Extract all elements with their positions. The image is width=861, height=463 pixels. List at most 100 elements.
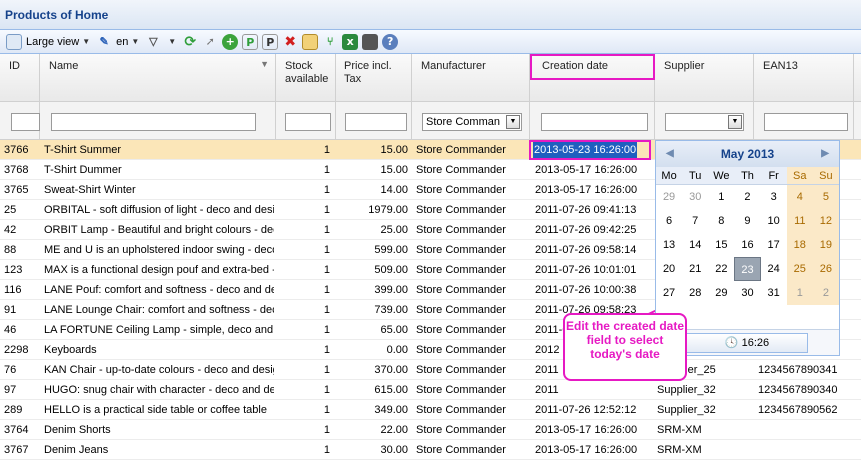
cursor-icon[interactable]: ➚	[202, 34, 218, 50]
calendar-day[interactable]: 13	[656, 233, 682, 257]
table-row[interactable]: 97 HUGO: snug chair with character - deco…	[0, 380, 861, 400]
calendar-day[interactable]: 19	[812, 233, 839, 257]
cell-supplier: SRM-XM	[657, 424, 702, 436]
calendar-day[interactable]: 1	[786, 281, 813, 305]
cell-date[interactable]: 2011-07-26 09:41:13	[535, 200, 653, 220]
filter-button[interactable]: ▽ ▼	[145, 34, 176, 50]
next-month-icon[interactable]: ▶	[821, 141, 829, 167]
filter-manufacturer-select[interactable]: Store Comman ▼	[422, 113, 522, 131]
calendar-day[interactable]: 6	[656, 209, 682, 233]
filter-cell-price	[336, 102, 412, 140]
cell-date[interactable]: 2011-07-26 10:00:38	[535, 280, 653, 300]
cell-stock: 1	[323, 144, 330, 156]
calendar-day[interactable]: 4	[786, 185, 813, 209]
calendar-day[interactable]: 20	[656, 257, 682, 281]
delete-icon[interactable]: ✖	[282, 34, 298, 50]
calendar-day[interactable]: 16	[734, 233, 760, 257]
column-header-price[interactable]: Price incl. Tax	[336, 54, 412, 102]
duplicate-product-icon[interactable]: P	[242, 33, 259, 50]
calendar-day[interactable]: 25	[786, 257, 813, 281]
filter-name-input[interactable]	[51, 113, 256, 131]
tree-icon[interactable]: ⑂	[322, 34, 338, 50]
calendar-day[interactable]: 8	[708, 209, 734, 233]
calendar-day[interactable]: 1	[708, 185, 734, 209]
calendar-day[interactable]: 9	[734, 209, 760, 233]
filter-price-input[interactable]	[345, 113, 407, 131]
cell-date[interactable]: 2013-05-17 16:26:00	[535, 160, 653, 180]
calendar-day[interactable]: 21	[682, 257, 708, 281]
filter-ean13-input[interactable]	[764, 113, 848, 131]
calendar-day[interactable]: 29	[708, 281, 734, 305]
calendar-day[interactable]: 12	[812, 209, 839, 233]
cell-date[interactable]: 2011-07-26 10:01:01	[535, 260, 653, 280]
calendar-day[interactable]: 11	[786, 209, 813, 233]
cell-price: 22.00	[380, 424, 408, 436]
column-header-name[interactable]: Name ▼	[40, 54, 276, 102]
calendar-week: 20 21 22 23 24 25 26	[656, 257, 839, 281]
calendar-day[interactable]: 22	[708, 257, 734, 281]
calendar-day[interactable]: 31	[761, 281, 787, 305]
calendar-day[interactable]: 2	[734, 185, 760, 209]
cell-date[interactable]: 2011-07-26 09:58:14	[535, 240, 653, 260]
calendar-day[interactable]: 18	[786, 233, 813, 257]
weekday-label: Su	[812, 167, 839, 184]
column-header-stock[interactable]: Stock available	[276, 54, 336, 102]
calendar-day[interactable]: 3	[761, 185, 787, 209]
help-icon[interactable]: ?	[382, 33, 399, 50]
cell-manufacturer: Store Commander	[416, 304, 506, 316]
calendar-day[interactable]: 7	[682, 209, 708, 233]
edit-icon[interactable]	[302, 33, 319, 50]
filter-stock-input[interactable]	[285, 113, 331, 131]
cell-date[interactable]: 2013-05-17 16:26:00	[535, 180, 653, 200]
table-row[interactable]: 289 HELLO is a practical side table or co…	[0, 400, 861, 420]
add-icon[interactable]: +	[222, 33, 239, 50]
calendar-day[interactable]: 30	[682, 185, 708, 209]
calendar-day[interactable]: 23	[734, 257, 761, 281]
cell-date[interactable]: 2011-07-26 09:42:25	[535, 220, 653, 240]
creation-date-header-highlight	[530, 54, 655, 80]
cell-price: 14.00	[380, 184, 408, 196]
view-selector[interactable]: Large view ▼	[6, 33, 90, 50]
filter-manufacturer-value: Store Comman	[426, 116, 500, 128]
cell-price: 739.00	[374, 304, 408, 316]
calendar-day[interactable]: 15	[708, 233, 734, 257]
column-header-supplier[interactable]: Supplier	[655, 54, 754, 102]
cell-id: 3766	[4, 144, 29, 156]
calendar-week: 13 14 15 16 17 18 19	[656, 233, 839, 257]
cell-date[interactable]: 2011-07-26 12:52:12	[535, 400, 653, 420]
cell-date[interactable]: 2011	[535, 380, 653, 400]
calendar-day[interactable]: 29	[656, 185, 682, 209]
calendar-day[interactable]: 24	[761, 257, 787, 281]
excel-icon[interactable]: x	[342, 33, 359, 50]
column-header-manufacturer[interactable]: Manufacturer	[412, 54, 530, 102]
cell-date[interactable]: 2013-05-17 16:26:00	[535, 420, 653, 440]
table-row[interactable]: 3767 Denim Jeans 1 30.00 Store Commander 2013…	[0, 440, 861, 460]
cell-date[interactable]: 2013-05-17 16:26:00	[535, 440, 653, 460]
window-icon[interactable]	[362, 33, 379, 50]
time-button[interactable]: 🕓 16:26	[686, 333, 808, 353]
cell-name: ORBITAL - soft diffusion of light - deco…	[44, 204, 274, 216]
calendar-day[interactable]: 26	[812, 257, 839, 281]
calendar-day[interactable]: 10	[761, 209, 787, 233]
prev-month-icon[interactable]: ◀	[666, 141, 674, 167]
calendar-day[interactable]: 28	[682, 281, 708, 305]
calendar-day[interactable]: 17	[761, 233, 787, 257]
refresh-icon[interactable]: ⟳	[182, 34, 198, 50]
filter-supplier-select[interactable]: ▼	[665, 113, 744, 131]
table-row[interactable]: 3764 Denim Shorts 1 22.00 Store Commander 201…	[0, 420, 861, 440]
language-selector[interactable]: ✎ en ▼	[96, 34, 140, 50]
table-row[interactable]: 76 KAN Chair - up-to-date colours - deco …	[0, 360, 861, 380]
column-header-id[interactable]: ID	[0, 54, 40, 102]
column-header-ean13[interactable]: EAN13	[754, 54, 854, 102]
calendar-day[interactable]: 14	[682, 233, 708, 257]
calendar-day[interactable]: 2	[812, 281, 839, 305]
calendar-day[interactable]: 5	[812, 185, 839, 209]
filter-creation-date-input[interactable]	[541, 113, 648, 131]
calendar-day[interactable]: 30	[734, 281, 760, 305]
filter-cell-ean13	[754, 102, 854, 140]
calendar-day[interactable]: 27	[656, 281, 682, 305]
filter-cell-name	[40, 102, 276, 140]
product-page-icon[interactable]: P	[262, 33, 279, 50]
cell-stock: 1	[323, 284, 330, 296]
filter-id-input[interactable]	[11, 113, 40, 131]
